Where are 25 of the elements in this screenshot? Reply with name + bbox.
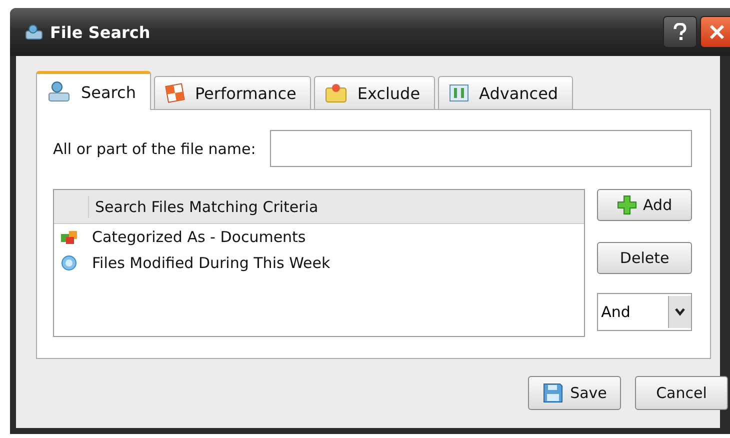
close-button[interactable] [700,16,730,48]
columns-icon [449,84,470,102]
tab[interactable]: Search [36,71,151,110]
criteria-item[interactable]: Files Modified During This Week [92,254,330,272]
question-mark-icon [672,23,688,41]
window-title: File Search [50,22,150,42]
tab[interactable]: Performance [154,76,312,109]
checker-icon [164,83,185,103]
cancel-button[interactable]: Cancel [635,376,728,410]
plus-icon [617,195,638,215]
close-icon [709,24,725,40]
delete-button[interactable]: Delete [597,242,692,274]
chevron-down-icon [674,307,686,317]
help-button[interactable] [663,16,697,48]
file-name-field[interactable] [270,130,692,167]
column-header: Search Files Matching Criteria [54,190,584,224]
save-button[interactable]: Save [528,376,621,410]
tab[interactable]: Advanced [438,76,574,109]
category-icon [60,229,80,245]
add-button[interactable]: Add [597,189,692,221]
field-label: All or part of the file name: [53,140,256,158]
tab[interactable]: Exclude [314,76,436,109]
app-icon [24,23,44,41]
criteria-item[interactable]: Categorized As - Documents [92,228,306,246]
operator-dropdown[interactable]: And [597,293,692,331]
